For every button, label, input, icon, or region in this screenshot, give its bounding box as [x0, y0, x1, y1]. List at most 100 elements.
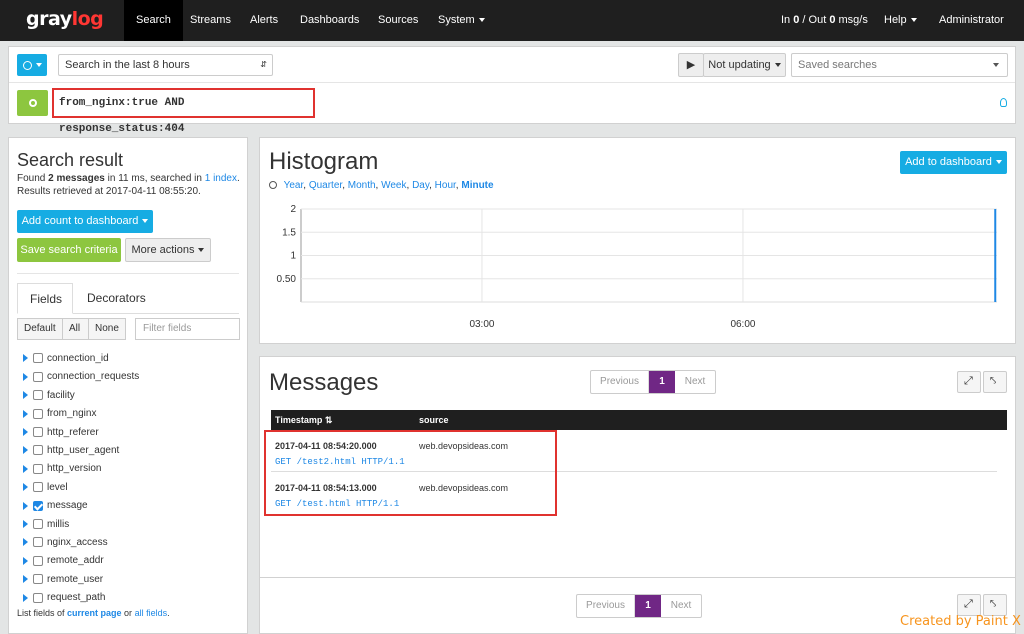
chevron-down-icon	[910, 18, 917, 23]
field-item[interactable]: message	[23, 497, 88, 515]
page-1-button[interactable]: 1	[635, 595, 661, 617]
caret-right-icon[interactable]	[23, 593, 28, 602]
caret-right-icon[interactable]	[23, 391, 28, 400]
fields-footer-period: .	[167, 608, 170, 618]
nav-search[interactable]: Search	[124, 0, 183, 41]
histogram-bar	[994, 209, 997, 302]
field-item[interactable]: request_path	[23, 589, 105, 607]
caret-right-icon[interactable]	[23, 464, 28, 473]
all-fields-link[interactable]: all fields	[135, 608, 168, 618]
add-to-dashboard-label: Add to dashboard	[905, 156, 992, 168]
add-count-to-dashboard-button[interactable]: Add count to dashboard	[17, 210, 153, 233]
field-item[interactable]: remote_user	[23, 571, 103, 589]
caret-right-icon[interactable]	[23, 354, 28, 363]
previous-page-button[interactable]: Previous	[591, 371, 649, 393]
expand-all-button[interactable]: ⤢	[957, 371, 981, 393]
index-link[interactable]: 1 index	[205, 173, 237, 184]
more-actions-button[interactable]: More actions	[125, 238, 211, 262]
field-checkbox[interactable]	[33, 353, 43, 364]
updown-icon: ⇵	[260, 60, 267, 69]
resolution-quarter[interactable]: Quarter	[309, 180, 342, 191]
field-item[interactable]: http_version	[23, 460, 101, 478]
filter-default-button[interactable]: Default	[17, 318, 63, 340]
nav-alerts[interactable]: Alerts	[238, 0, 290, 41]
field-item[interactable]: connection_requests	[23, 368, 139, 386]
search-button[interactable]	[17, 90, 48, 116]
field-item[interactable]: http_user_agent	[23, 442, 119, 460]
page-1-button[interactable]: 1	[649, 371, 675, 393]
collapse-all-button[interactable]: ⤣	[983, 594, 1007, 616]
time-range-select[interactable]: Search in the last 8 hours ⇵	[58, 54, 273, 76]
resolution-month[interactable]: Month	[348, 180, 376, 191]
saved-searches-select[interactable]: Saved searches	[791, 53, 1008, 77]
caret-right-icon[interactable]	[23, 483, 28, 492]
field-item[interactable]: facility	[23, 387, 75, 405]
caret-right-icon[interactable]	[23, 427, 28, 436]
field-checkbox[interactable]	[33, 482, 43, 493]
save-search-criteria-button[interactable]: Save search criteria	[17, 238, 121, 262]
field-checkbox[interactable]	[33, 574, 43, 585]
caret-right-icon[interactable]	[23, 372, 28, 381]
caret-right-icon[interactable]	[23, 519, 28, 528]
clock-icon	[22, 60, 32, 70]
field-checkbox[interactable]	[33, 500, 43, 511]
next-page-button[interactable]: Next	[675, 371, 715, 393]
nav-streams[interactable]: Streams	[178, 0, 243, 41]
nav-user-menu[interactable]: Administrator	[927, 0, 1024, 64]
field-checkbox[interactable]	[33, 426, 43, 437]
nav-dashboards[interactable]: Dashboards	[288, 0, 371, 41]
next-page-button[interactable]: Next	[661, 595, 701, 617]
play-button[interactable]: ▶	[678, 53, 704, 77]
previous-page-button[interactable]: Previous	[577, 595, 635, 617]
current-page-link[interactable]: current page	[67, 608, 122, 618]
tab-decorators[interactable]: Decorators	[75, 283, 158, 314]
caret-right-icon[interactable]	[23, 409, 28, 418]
caret-right-icon[interactable]	[23, 446, 28, 455]
collapse-all-button[interactable]: ⤣	[983, 371, 1007, 393]
graylog-logo[interactable]: graylog	[26, 8, 104, 30]
add-to-dashboard-button[interactable]: Add to dashboard	[900, 151, 1007, 174]
nav-system[interactable]: System	[426, 0, 497, 41]
saved-searches-placeholder: Saved searches	[798, 59, 877, 71]
caret-right-icon[interactable]	[23, 575, 28, 584]
field-checkbox[interactable]	[33, 518, 43, 529]
field-item[interactable]: level	[23, 479, 68, 497]
expand-all-button[interactable]: ⤢	[957, 594, 981, 616]
field-checkbox[interactable]	[33, 408, 43, 419]
resolution-minute[interactable]: Minute	[461, 180, 493, 191]
filter-all-button[interactable]: All	[62, 318, 89, 340]
field-checkbox[interactable]	[33, 463, 43, 474]
field-item[interactable]: from_nginx	[23, 405, 96, 423]
field-checkbox[interactable]	[33, 371, 43, 382]
caret-right-icon[interactable]	[23, 556, 28, 565]
caret-right-icon[interactable]	[23, 538, 28, 547]
resolution-year[interactable]: Year	[284, 180, 304, 191]
filter-none-button[interactable]: None	[88, 318, 126, 340]
refresh-interval-button[interactable]: Not updating	[703, 53, 786, 77]
field-item[interactable]: connection_id	[23, 350, 109, 368]
resolution-hour[interactable]: Hour	[435, 180, 456, 191]
field-item[interactable]: http_referer	[23, 424, 99, 442]
search-query-input[interactable]: from_nginx:true AND response_status:404	[52, 88, 315, 135]
lightbulb-icon[interactable]	[1000, 98, 1007, 107]
filter-fields-input[interactable]: Filter fields	[135, 318, 240, 340]
field-item[interactable]: remote_addr	[23, 552, 104, 570]
field-checkbox[interactable]	[33, 555, 43, 566]
field-item[interactable]: millis	[23, 516, 69, 534]
tab-fields[interactable]: Fields	[17, 283, 73, 314]
resolution-day[interactable]: Day	[412, 180, 429, 191]
field-checkbox[interactable]	[33, 537, 43, 548]
nav-help[interactable]: Help	[872, 0, 929, 41]
resolution-week[interactable]: Week	[381, 180, 406, 191]
y-tick-label: 1.5	[282, 227, 296, 238]
timestamp-column-header[interactable]: Timestamp ⇅	[275, 410, 332, 430]
field-item[interactable]: nginx_access	[23, 534, 108, 552]
field-checkbox[interactable]	[33, 445, 43, 456]
field-checkbox[interactable]	[33, 390, 43, 401]
field-checkbox[interactable]	[33, 592, 43, 603]
time-range-type-button[interactable]	[17, 54, 47, 76]
nav-sources[interactable]: Sources	[366, 0, 430, 41]
source-column-header[interactable]: source	[419, 410, 449, 430]
caret-right-icon[interactable]	[23, 501, 28, 510]
resolution-selector: Year, Quarter, Month, Week, Day, Hour, M…	[269, 180, 494, 191]
